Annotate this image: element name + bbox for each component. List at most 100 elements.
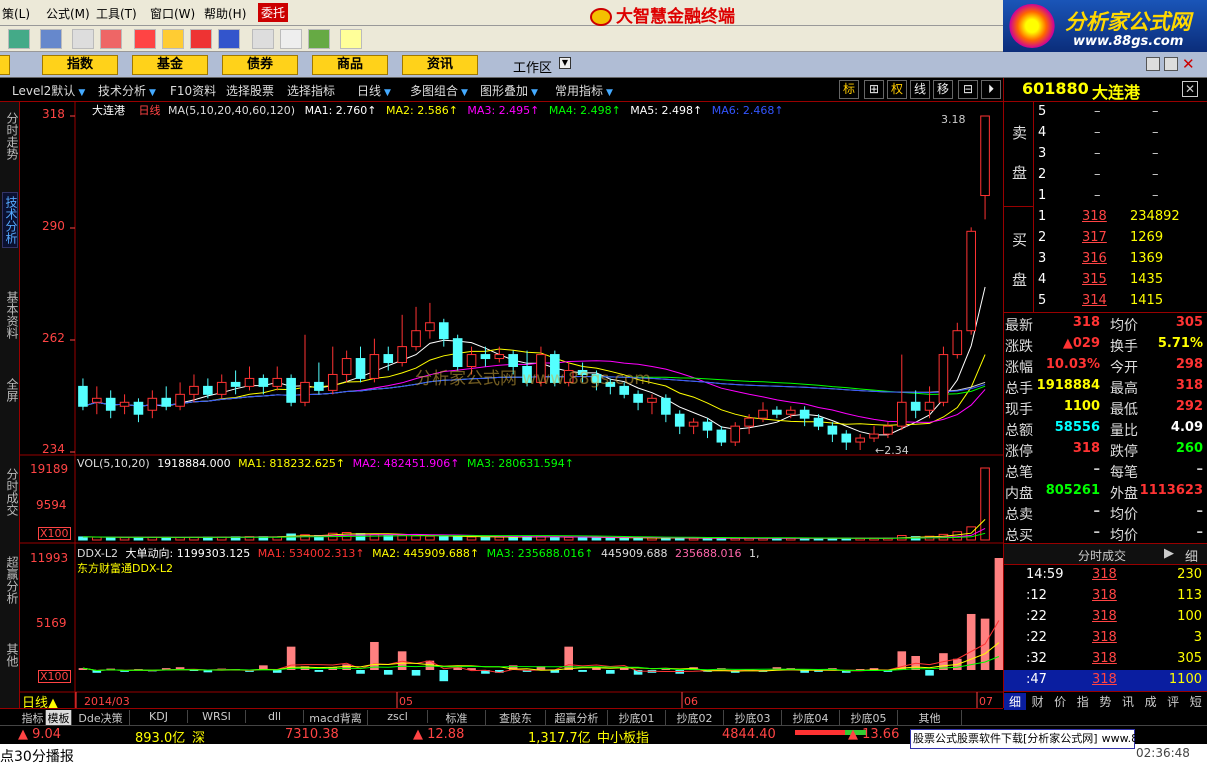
site-logo: 分析家公式网 www.88gs.com: [1003, 0, 1207, 52]
quote-label-2: 量比: [1110, 423, 1138, 439]
tab-bar: 指数 基金 债券 商品 资讯 工作区 ▼ ✕: [0, 52, 1207, 78]
indicator-tab-13[interactable]: 抄底03: [724, 710, 782, 726]
shop-icon[interactable]: [190, 29, 212, 49]
candle-body: [314, 381, 324, 391]
candle-body: [175, 393, 185, 407]
indicator-tab-9[interactable]: 查股东: [486, 710, 546, 726]
ticks-next-icon[interactable]: ▶: [1164, 546, 1174, 561]
print-icon[interactable]: [252, 29, 274, 49]
right-tab-6[interactable]: 成: [1140, 693, 1162, 710]
indicator-tab-3[interactable]: KDJ: [130, 710, 188, 723]
select-stock-button[interactable]: 选择股票: [226, 82, 274, 99]
minimize-icon[interactable]: [1146, 57, 1160, 71]
mark-button[interactable]: 标: [839, 80, 859, 99]
common-indicators-dropdown[interactable]: 常用指标: [555, 82, 613, 99]
candle-body: [674, 413, 685, 427]
tab-news[interactable]: 资讯: [402, 55, 478, 75]
right-tab-3[interactable]: 指: [1072, 693, 1094, 710]
kline-chart[interactable]: 大连港 日线 MA(5,10,20,40,60,120) MA1: 2.760↑…: [20, 102, 1003, 711]
play-button[interactable]: ⏵: [981, 80, 1001, 99]
move-button[interactable]: 移: [933, 80, 953, 99]
close-icon[interactable]: ✕: [1182, 55, 1195, 73]
tab-index[interactable]: 指数: [42, 55, 118, 75]
candle-body: [480, 354, 491, 360]
indicator-tab-4[interactable]: WRSI: [188, 710, 246, 723]
tab-fund[interactable]: 基金: [132, 55, 208, 75]
level2-dropdown[interactable]: Level2默认: [12, 82, 85, 99]
indicator-tab-2[interactable]: Dde决策: [72, 710, 130, 726]
tab-super-analysis[interactable]: 超赢分析: [2, 552, 19, 608]
help-cursor-icon[interactable]: [340, 29, 362, 49]
right-tab-2[interactable]: 价: [1049, 693, 1071, 710]
right-tab-7[interactable]: 评: [1162, 693, 1184, 710]
tab-fullscreen[interactable]: 全屏: [2, 375, 19, 405]
tech-analysis-dropdown[interactable]: 技术分析: [98, 82, 156, 99]
tab-bond[interactable]: 债券: [222, 55, 298, 75]
indicator-tab-15[interactable]: 抄底05: [840, 710, 898, 726]
tab-ticks[interactable]: 分时成交: [2, 464, 19, 520]
indicator-tab-6[interactable]: macd背离: [304, 710, 368, 726]
indicator-tab-1[interactable]: 模板: [46, 710, 72, 726]
binoculars-icon[interactable]: [72, 29, 94, 49]
diamond-icon[interactable]: [162, 29, 184, 49]
indicator-tab-16[interactable]: 其他: [898, 710, 962, 726]
menu-formula[interactable]: 公式(M): [46, 5, 90, 22]
right-tab-0[interactable]: 细: [1004, 693, 1026, 710]
indicator-tab-14[interactable]: 抄底04: [782, 710, 840, 726]
ticks-detail-button[interactable]: 细: [1185, 546, 1198, 565]
restore-icon[interactable]: [1164, 57, 1178, 71]
tick-volume: 230: [1177, 567, 1202, 582]
indicator-tab-0[interactable]: 指标: [20, 710, 46, 726]
tab-fundamentals[interactable]: 基本资料: [2, 287, 19, 343]
indicator-tab-5[interactable]: dll: [246, 710, 304, 723]
line-button[interactable]: 线: [910, 80, 930, 99]
indicator-tabs: 指标 模板 Dde决策 KDJ WRSI dll macd背离 zscl 标准 查股东 超赢分析 抄底…: [0, 708, 1003, 726]
rights-button[interactable]: 权: [887, 80, 907, 99]
menu-window[interactable]: 窗口(W): [150, 5, 195, 22]
sell-price: –: [1094, 146, 1101, 161]
f10-button[interactable]: F10资料: [170, 82, 216, 99]
tab-intraday[interactable]: 分时走势: [2, 108, 19, 164]
select-indicator-button[interactable]: 选择指标: [287, 82, 335, 99]
chart-canvas[interactable]: [20, 102, 1003, 708]
tab-technical[interactable]: 技术分析: [2, 192, 18, 248]
flag-icon[interactable]: [8, 29, 30, 49]
multi-chart-dropdown[interactable]: 多图组合: [410, 82, 468, 99]
period-dropdown[interactable]: 日线: [357, 82, 391, 99]
tab-commodity[interactable]: 商品: [312, 55, 388, 75]
entrust-button[interactable]: 委托: [258, 3, 289, 22]
indicator-tab-12[interactable]: 抄底02: [666, 710, 724, 726]
ddx-sub: 大单动向:: [125, 547, 174, 560]
zoom-button[interactable]: ⊟: [958, 80, 978, 99]
indicator-tab-11[interactable]: 抄底01: [608, 710, 666, 726]
menu-strategy[interactable]: 策(L): [2, 5, 30, 22]
panel-close-icon[interactable]: ✕: [1182, 81, 1198, 97]
indicator-tab-8[interactable]: 标准: [428, 710, 486, 726]
candle-body: [300, 381, 310, 403]
tab-prev[interactable]: [0, 55, 10, 75]
main-panel-header: 大连港 日线 MA(5,10,20,40,60,120) MA1: 2.760↑…: [92, 102, 784, 118]
right-tab-4[interactable]: 势: [1094, 693, 1116, 710]
window-icon[interactable]: [280, 29, 302, 49]
right-tab-1[interactable]: 财: [1027, 693, 1049, 710]
ad-banner[interactable]: 股票公式股票软件下载[分析家公式网] www.88gs.com: [910, 729, 1185, 749]
right-tab-8[interactable]: 短: [1185, 693, 1207, 710]
workspace-dropdown-icon[interactable]: ▼: [559, 57, 571, 69]
notice-icon[interactable]: [134, 29, 156, 49]
buy-volume: 1369: [1130, 251, 1164, 266]
books-icon[interactable]: [308, 29, 330, 49]
menu-help[interactable]: 帮助(H): [204, 5, 246, 22]
menu-tools[interactable]: 工具(T): [96, 5, 137, 22]
right-tab-5[interactable]: 讯: [1117, 693, 1139, 710]
alert-icon[interactable]: [100, 29, 122, 49]
crosshair-button[interactable]: ⊞: [864, 80, 884, 99]
indicator-tab-10[interactable]: 超赢分析: [546, 710, 608, 726]
indicator-tab-7[interactable]: zscl: [368, 710, 428, 723]
tab-other[interactable]: 其他: [2, 640, 19, 670]
overlay-dropdown[interactable]: 图形叠加: [480, 82, 538, 99]
workspace-label[interactable]: 工作区: [513, 57, 552, 76]
e-icon[interactable]: [218, 29, 240, 49]
grid-icon[interactable]: [40, 29, 62, 49]
buy-price: 317: [1082, 230, 1107, 245]
volume-bar: [577, 537, 588, 541]
